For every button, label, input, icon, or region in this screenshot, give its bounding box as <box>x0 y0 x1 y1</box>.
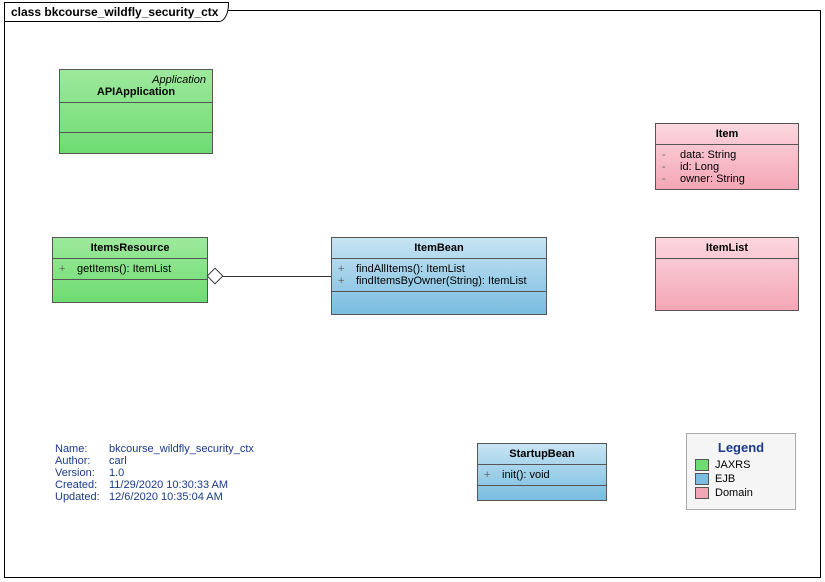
empty-compartment <box>656 259 798 303</box>
meta-key: Version: <box>55 467 109 479</box>
stereotype: Application <box>66 74 206 86</box>
signature: findItemsByOwner(String): ItemList <box>356 275 540 287</box>
operation: + init(): void <box>484 469 600 481</box>
signature: id: Long <box>680 161 792 173</box>
class-item: Item - data: String - id: Long - owner: … <box>655 123 799 190</box>
legend: Legend JAXRS EJB Domain <box>686 433 796 510</box>
swatch-ejb-icon <box>695 473 709 485</box>
ops-compartment: + init(): void <box>478 465 606 486</box>
meta-key: Updated: <box>55 491 109 503</box>
empty-compartment <box>332 292 546 314</box>
visibility: - <box>662 173 672 185</box>
class-name: StartupBean <box>478 444 606 465</box>
attribute: - data: String <box>662 149 792 161</box>
ops-compartment <box>60 133 212 153</box>
class-item-list: ItemList <box>655 237 799 311</box>
legend-item: Domain <box>695 487 787 499</box>
visibility: - <box>662 161 672 173</box>
class-items-resource: ItemsResource + getItems(): ItemList <box>52 237 208 303</box>
operation: + findAllItems(): ItemList <box>338 263 540 275</box>
signature: getItems(): ItemList <box>77 263 201 275</box>
meta-val: carl <box>109 455 127 467</box>
class-name: ItemList <box>656 238 798 259</box>
meta-val: 12/6/2020 10:35:04 AM <box>109 491 223 503</box>
class-startup-bean: StartupBean + init(): void <box>477 443 607 501</box>
aggregation-diamond-icon <box>207 268 224 285</box>
meta-key: Created: <box>55 479 109 491</box>
attribute: - id: Long <box>662 161 792 173</box>
aggregation-line <box>219 276 331 277</box>
visibility: + <box>338 263 348 275</box>
visibility: - <box>662 149 672 161</box>
meta-val: 1.0 <box>109 467 124 479</box>
meta-val: bkcourse_wildfly_security_ctx <box>109 443 254 455</box>
meta-key: Name: <box>55 443 109 455</box>
swatch-domain-icon <box>695 487 709 499</box>
ops-compartment: + findAllItems(): ItemList + findItemsBy… <box>332 259 546 292</box>
meta-key: Author: <box>55 455 109 467</box>
attrs-compartment: - data: String - id: Long - owner: Strin… <box>656 145 798 189</box>
swatch-jaxrs-icon <box>695 459 709 471</box>
visibility: + <box>59 263 69 275</box>
empty-compartment <box>478 486 606 500</box>
signature: owner: String <box>680 173 792 185</box>
class-header: Application APIApplication <box>60 70 212 103</box>
ops-compartment: + getItems(): ItemList <box>53 259 207 280</box>
meta-val: 11/29/2020 10:30:33 AM <box>109 479 228 491</box>
operation: + getItems(): ItemList <box>59 263 201 275</box>
legend-title: Legend <box>695 440 787 455</box>
legend-label: EJB <box>715 473 735 485</box>
legend-label: JAXRS <box>715 459 750 471</box>
attribute: - owner: String <box>662 173 792 185</box>
class-name: Item <box>656 124 798 145</box>
class-name: ItemBean <box>332 238 546 259</box>
legend-item: EJB <box>695 473 787 485</box>
visibility: + <box>338 275 348 287</box>
empty-compartment <box>53 280 207 302</box>
class-name: APIApplication <box>66 86 206 98</box>
operation: + findItemsByOwner(String): ItemList <box>338 275 540 287</box>
signature: init(): void <box>502 469 600 481</box>
legend-item: JAXRS <box>695 459 787 471</box>
frame-title: class bkcourse_wildfly_security_ctx <box>4 2 229 22</box>
attrs-compartment <box>60 103 212 133</box>
diagram-metadata: Name:bkcourse_wildfly_security_ctx Autho… <box>55 443 254 503</box>
signature: findAllItems(): ItemList <box>356 263 540 275</box>
class-name: ItemsResource <box>53 238 207 259</box>
legend-label: Domain <box>715 487 753 499</box>
diagram-frame: Application APIApplication ItemsResource… <box>4 10 821 578</box>
visibility: + <box>484 469 494 481</box>
class-item-bean: ItemBean + findAllItems(): ItemList + fi… <box>331 237 547 315</box>
class-api-application: Application APIApplication <box>59 69 213 154</box>
signature: data: String <box>680 149 792 161</box>
